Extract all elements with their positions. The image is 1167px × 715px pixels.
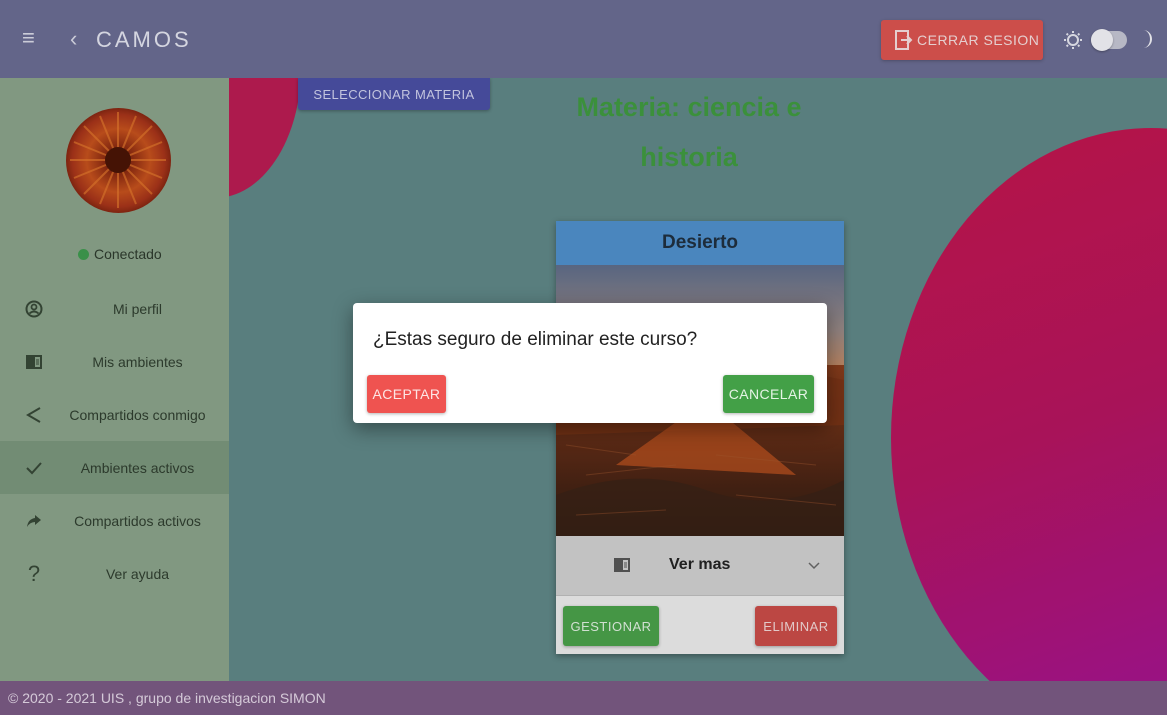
dialog-message: ¿Estas seguro de eliminar este curso? [373,329,698,350]
accept-button[interactable]: ACEPTAR [367,375,446,413]
cancel-button[interactable]: CANCELAR [723,375,814,413]
confirm-delete-dialog: ¿Estas seguro de eliminar este curso? AC… [353,303,827,423]
